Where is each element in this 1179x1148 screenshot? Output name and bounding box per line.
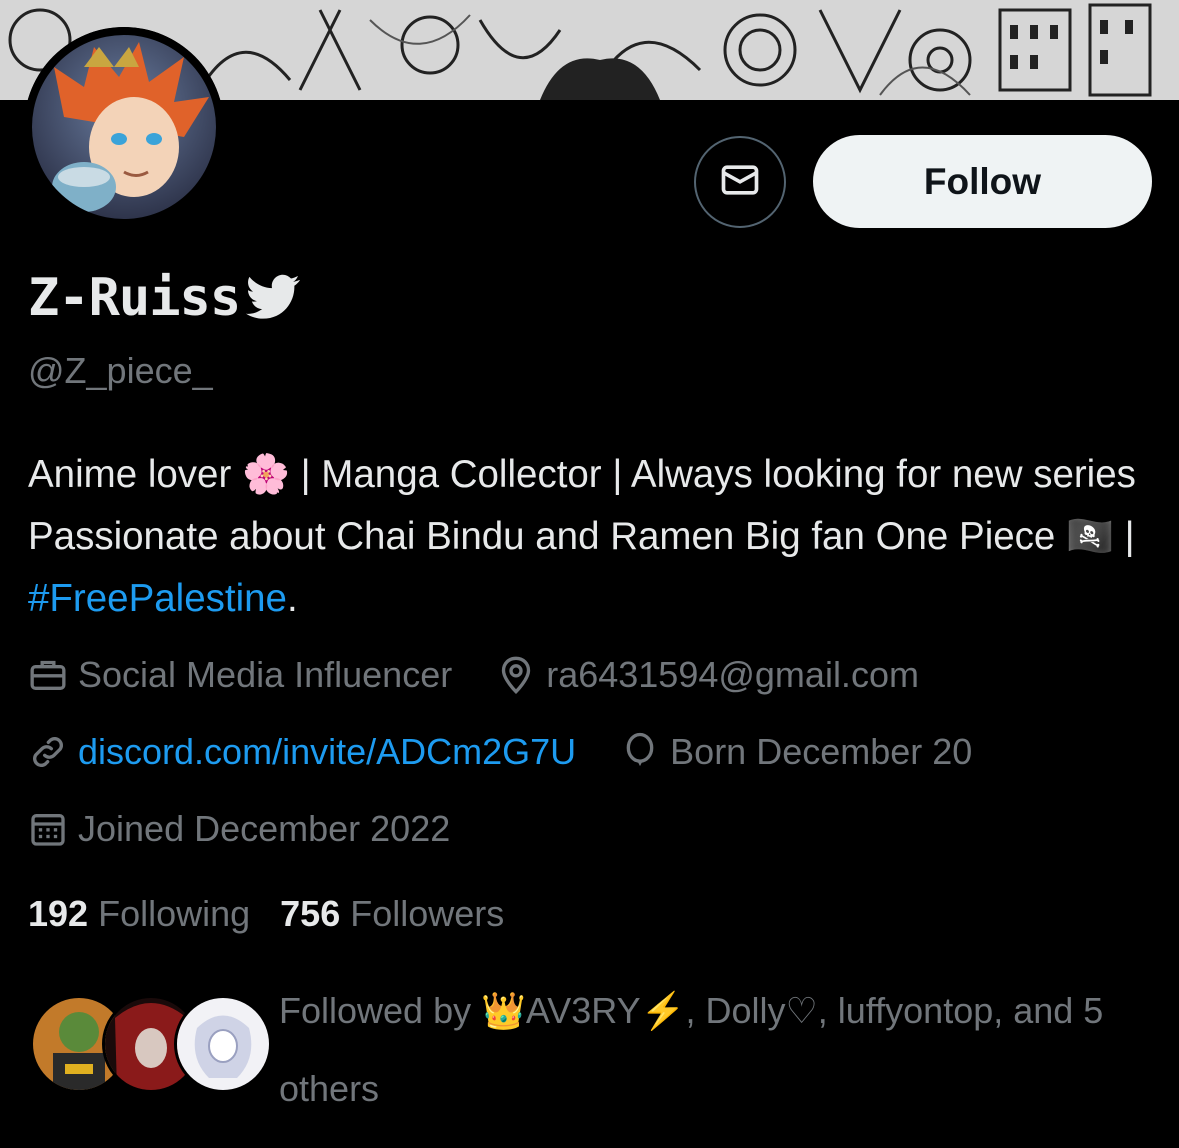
followers-label: Followers — [350, 893, 505, 934]
follower-avatar-3 — [174, 995, 272, 1093]
followers-count: 756 — [280, 893, 351, 934]
bio-end: . — [286, 577, 298, 620]
profile-avatar[interactable] — [24, 27, 224, 227]
location-item: ra6431594@gmail.com — [496, 654, 919, 696]
following-count: 192 — [28, 893, 99, 934]
bio-text: Anime lover 🌸 | Manga Collector | Always… — [28, 453, 1136, 558]
display-name-text: Z-Ruiss — [28, 268, 241, 328]
following-stat[interactable]: 192 Following — [28, 893, 250, 935]
followed-by-text[interactable]: Followed by 👑AV3RY⚡️, Dolly♡, luffyontop… — [279, 972, 1159, 1128]
briefcase-icon — [28, 655, 68, 695]
profile-meta-row-1: Social Media Influencer ra6431594@gmail.… — [28, 654, 919, 696]
follow-stats: 192 Following 756 Followers — [28, 893, 504, 935]
follow-button[interactable]: Follow — [813, 135, 1152, 228]
profile-handle: @Z_piece_ — [28, 350, 213, 391]
envelope-icon — [718, 158, 762, 207]
category-item: Social Media Influencer — [28, 654, 452, 696]
profile-meta-row-3: Joined December 2022 — [28, 808, 450, 850]
message-button[interactable] — [694, 136, 786, 228]
bio-hashtag-link[interactable]: #FreePalestine — [28, 577, 287, 620]
following-label: Following — [98, 893, 251, 934]
website-item[interactable]: discord.com/invite/ADCm2G7U — [28, 731, 576, 773]
link-icon — [28, 732, 68, 772]
birthday-text: Born December 20 — [670, 731, 973, 772]
bird-icon — [244, 274, 302, 322]
website-link[interactable]: discord.com/invite/ADCm2G7U — [78, 731, 576, 773]
profile-display-name: Z-Ruiss — [28, 268, 302, 328]
followers-stat[interactable]: 756 Followers — [280, 893, 504, 935]
profile-meta-row-2: discord.com/invite/ADCm2G7U Born Decembe… — [28, 731, 972, 773]
profile-bio: Anime lover 🌸 | Manga Collector | Always… — [28, 444, 1158, 630]
location-pin-icon — [496, 655, 536, 695]
calendar-icon — [28, 809, 68, 849]
followed-by-avatars[interactable] — [30, 995, 272, 1095]
joined-item: Joined December 2022 — [28, 808, 450, 850]
balloon-icon — [620, 732, 660, 772]
birthday-item: Born December 20 — [620, 731, 972, 773]
location-text: ra6431594@gmail.com — [546, 654, 919, 695]
joined-text: Joined December 2022 — [78, 808, 451, 849]
category-text: Social Media Influencer — [78, 654, 453, 695]
